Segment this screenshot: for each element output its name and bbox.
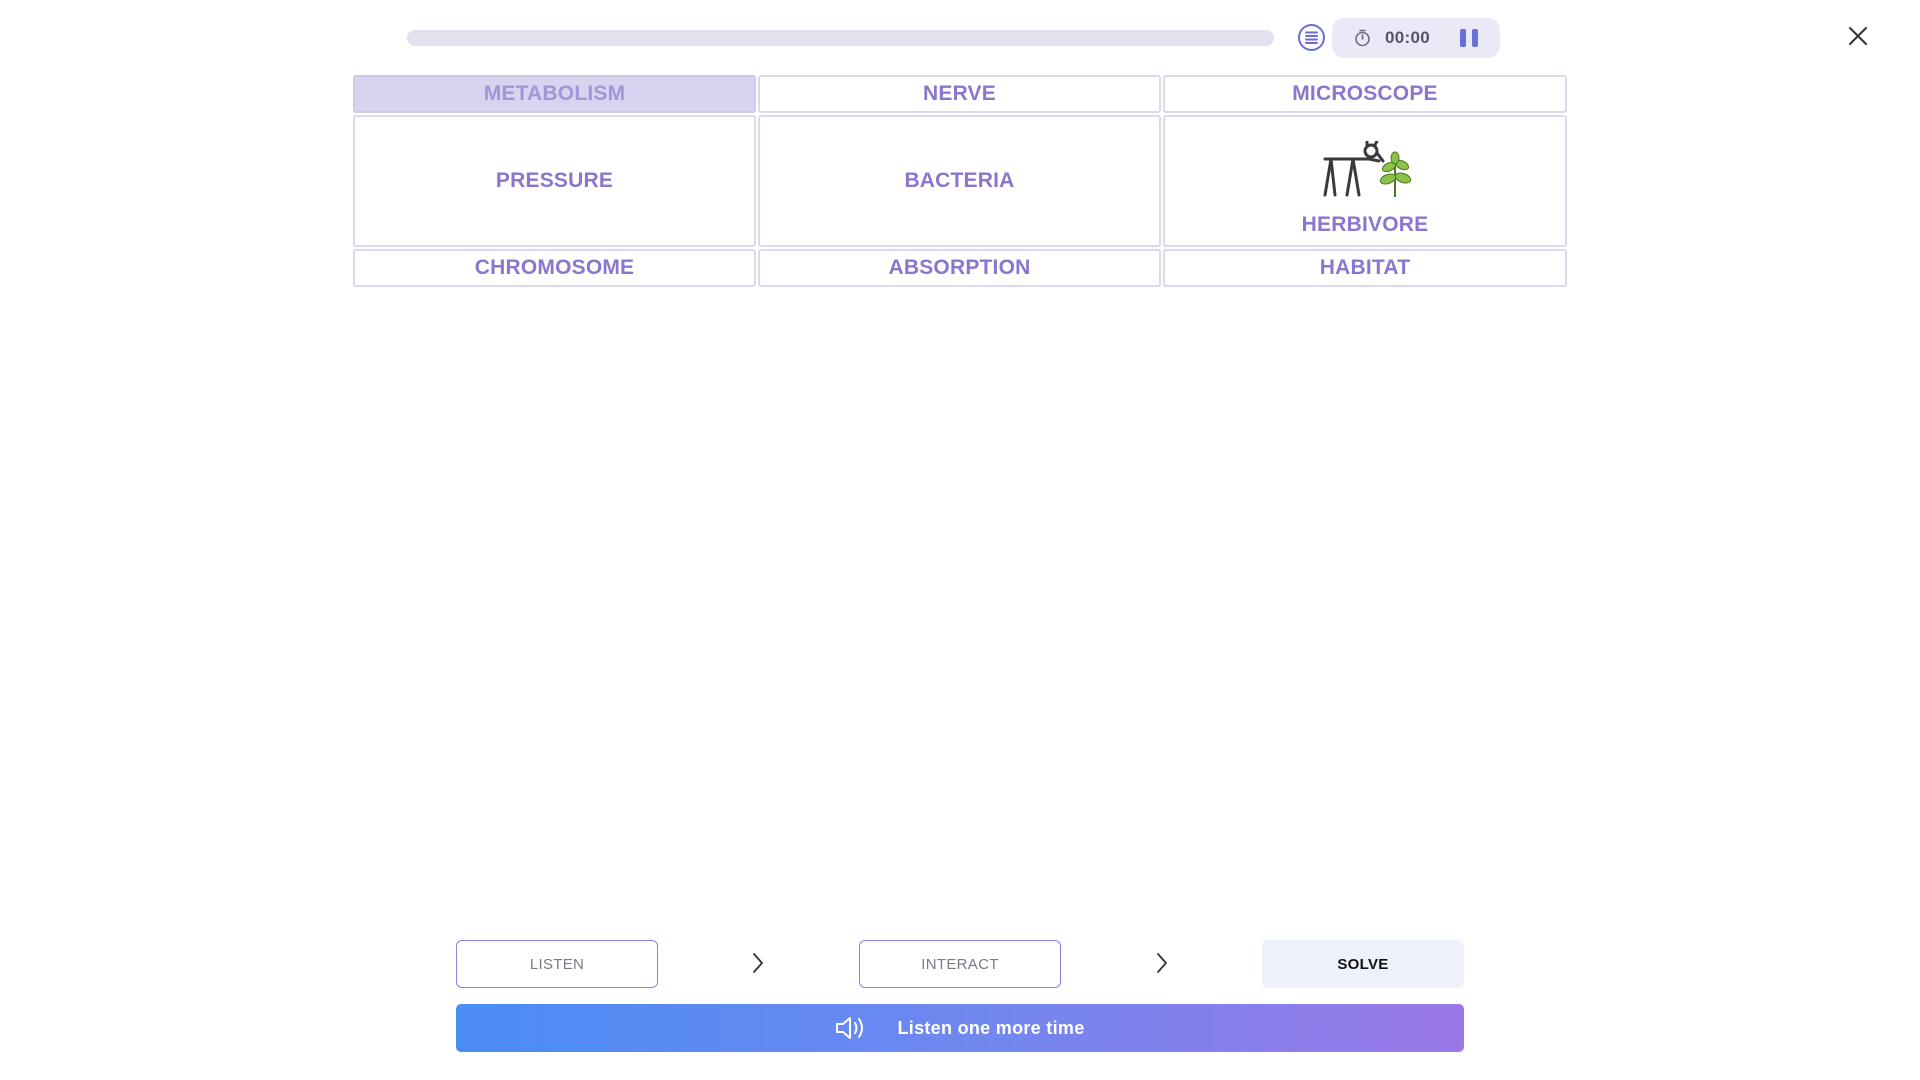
chevron-right-icon <box>753 953 763 973</box>
word-cell-metabolism[interactable]: METABOLISM <box>353 75 756 113</box>
word-label: PRESSURE <box>495 169 614 192</box>
list-icon <box>1305 31 1318 44</box>
word-label: ABSORPTION <box>888 256 1031 279</box>
pause-icon <box>1460 29 1466 47</box>
word-label: NERVE <box>923 82 996 105</box>
word-label: HABITAT <box>1319 256 1411 279</box>
word-cell-herbivore[interactable]: HERBIVORE <box>1163 115 1567 247</box>
step-solve-button[interactable]: SOLVE <box>1262 940 1464 988</box>
word-grid: METABOLISM NERVE MICROSCOPE PRESSURE BAC… <box>353 75 1567 287</box>
word-label: METABOLISM <box>483 82 626 105</box>
word-label: BACTERIA <box>904 169 1015 192</box>
listen-again-label: Listen one more time <box>897 1017 1085 1038</box>
timer-value: 00:00 <box>1385 28 1430 47</box>
step-listen-button[interactable]: LISTEN <box>456 940 658 988</box>
word-cell-chromosome[interactable]: CHROMOSOME <box>353 249 756 287</box>
listen-again-button[interactable]: Listen one more time <box>456 1004 1464 1052</box>
herbivore-picture-icon <box>1323 141 1412 197</box>
pause-button[interactable] <box>1460 29 1478 47</box>
stopwatch-icon <box>1355 29 1370 47</box>
close-icon <box>1849 27 1867 45</box>
close-button[interactable] <box>1846 24 1870 48</box>
progress-bar <box>407 30 1274 46</box>
word-cell-microscope[interactable]: MICROSCOPE <box>1163 75 1567 113</box>
word-label: HERBIVORE <box>1301 213 1429 236</box>
speaker-icon <box>836 1017 864 1039</box>
word-cell-absorption[interactable]: ABSORPTION <box>758 249 1161 287</box>
timer: 00:00 <box>1332 18 1500 58</box>
chevron-right-icon <box>1157 953 1167 973</box>
word-label: CHROMOSOME <box>474 256 635 279</box>
word-cell-pressure[interactable]: PRESSURE <box>353 115 756 247</box>
word-cell-habitat[interactable]: HABITAT <box>1163 249 1567 287</box>
menu-list-button[interactable] <box>1298 24 1325 51</box>
word-label: MICROSCOPE <box>1292 82 1438 105</box>
step-interact-button[interactable]: INTERACT <box>859 940 1061 988</box>
word-cell-nerve[interactable]: NERVE <box>758 75 1161 113</box>
word-cell-bacteria[interactable]: BACTERIA <box>758 115 1161 247</box>
game-screen: 00:00 METABOLISM NERVE MICROSCOPE PRESSU… <box>0 0 1920 1080</box>
